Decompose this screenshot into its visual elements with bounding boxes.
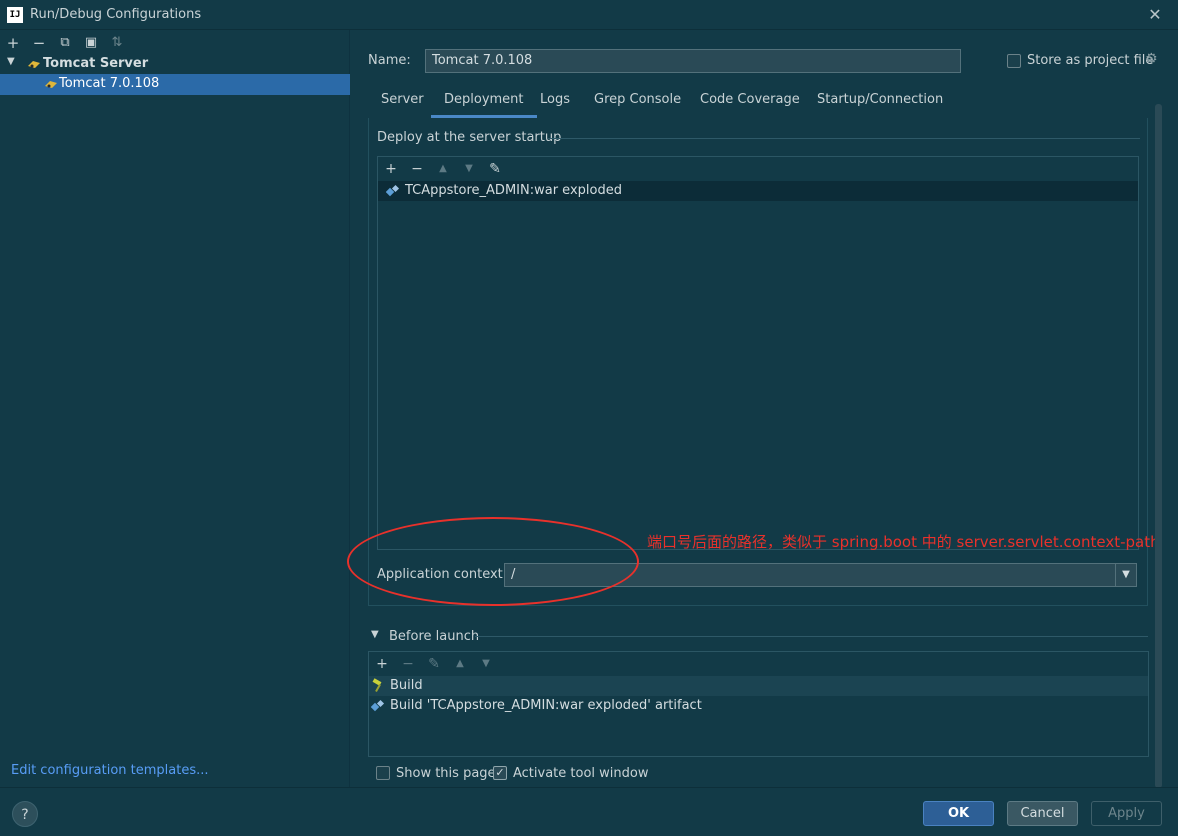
artifact-icon xyxy=(385,184,400,202)
deploy-section-title: Deploy at the server startup xyxy=(377,130,562,145)
artifact-icon xyxy=(370,699,385,717)
tree-child-label: Tomcat 7.0.108 xyxy=(59,76,160,91)
tomcat-icon xyxy=(27,57,41,75)
store-as-project-file-checkbox[interactable] xyxy=(1007,54,1021,68)
help-button[interactable]: ? xyxy=(12,801,38,827)
tomcat-icon xyxy=(44,77,58,95)
build-artifact-task-label: Build 'TCAppstore_ADMIN:war exploded' ar… xyxy=(390,698,702,713)
tree-item-tomcat-config[interactable]: Tomcat 7.0.108 xyxy=(0,74,350,95)
move-up-icon[interactable]: ▲ xyxy=(451,655,469,673)
show-this-page-label[interactable]: Show this page xyxy=(396,766,496,781)
tab-startup-connection[interactable]: Startup/Connection xyxy=(804,90,956,118)
chevron-down-icon[interactable]: ▼ xyxy=(371,629,379,640)
tab-logs[interactable]: Logs xyxy=(527,90,583,118)
ok-button[interactable]: OK xyxy=(923,801,994,826)
apply-button[interactable]: Apply xyxy=(1091,801,1162,826)
add-artifact-icon[interactable]: + xyxy=(382,160,400,178)
name-label: Name: xyxy=(368,53,411,68)
build-task-label: Build xyxy=(390,678,423,693)
chevron-down-icon[interactable]: ▼ xyxy=(7,56,15,67)
list-item[interactable]: Build 'TCAppstore_ADMIN:war exploded' ar… xyxy=(369,696,1148,716)
activate-tool-window-label[interactable]: Activate tool window xyxy=(513,766,648,781)
sort-configurations-icon[interactable]: ⇅ xyxy=(108,34,126,52)
list-item[interactable]: Build xyxy=(369,676,1148,696)
edit-pencil-icon[interactable]: ✎ xyxy=(425,655,443,673)
list-item[interactable]: TCAppstore_ADMIN:war exploded xyxy=(378,181,1138,201)
close-icon[interactable]: ✕ xyxy=(1145,5,1165,25)
tab-deployment[interactable]: Deployment xyxy=(431,90,537,118)
add-task-icon[interactable]: + xyxy=(373,655,391,673)
artifact-label: TCAppstore_ADMIN:war exploded xyxy=(405,183,622,198)
annotation-ellipse xyxy=(347,517,639,606)
edit-configuration-templates-link[interactable]: Edit configuration templates... xyxy=(11,763,209,778)
show-this-page-checkbox[interactable] xyxy=(376,766,390,780)
configurations-sidebar xyxy=(0,30,350,787)
tree-item-tomcat-server[interactable]: ▼ Tomcat Server xyxy=(0,54,350,74)
window-title: Run/Debug Configurations xyxy=(30,7,202,22)
tab-server[interactable]: Server xyxy=(368,90,437,118)
move-to-folder-icon[interactable]: ▣ xyxy=(82,34,100,52)
before-launch-title[interactable]: Before launch xyxy=(389,629,479,644)
deploy-artifacts-list[interactable] xyxy=(377,156,1139,550)
store-as-project-file-label[interactable]: Store as project file xyxy=(1027,53,1153,68)
add-configuration-icon[interactable]: + xyxy=(4,34,22,52)
remove-artifact-icon[interactable]: − xyxy=(408,160,426,178)
move-up-icon[interactable]: ▲ xyxy=(434,160,452,178)
move-down-icon[interactable]: ▼ xyxy=(477,655,495,673)
hammer-icon xyxy=(371,678,386,697)
gear-icon[interactable]: ⚙ xyxy=(1145,51,1158,67)
move-down-icon[interactable]: ▼ xyxy=(460,160,478,178)
intellij-app-icon: IJ xyxy=(7,7,23,23)
section-divider xyxy=(548,138,1140,139)
tab-code-coverage[interactable]: Code Coverage xyxy=(687,90,813,118)
copy-configuration-icon[interactable]: ⧉ xyxy=(56,34,74,52)
remove-task-icon[interactable]: − xyxy=(399,655,417,673)
chevron-down-icon[interactable]: ▼ xyxy=(1115,563,1137,587)
remove-configuration-icon[interactable]: − xyxy=(30,34,48,52)
section-divider xyxy=(475,636,1148,637)
footer-divider xyxy=(0,787,1178,788)
edit-pencil-icon[interactable]: ✎ xyxy=(486,160,504,178)
tree-root-label: Tomcat Server xyxy=(43,56,149,71)
activate-tool-window-checkbox[interactable]: ✓ xyxy=(493,766,507,780)
annotation-text: 端口号后面的路径，类似于 spring.boot 中的 server.servl… xyxy=(647,533,1160,551)
cancel-button[interactable]: Cancel xyxy=(1007,801,1078,826)
vertical-scrollbar[interactable] xyxy=(1155,104,1162,788)
name-input[interactable]: Tomcat 7.0.108 xyxy=(425,49,961,73)
tab-grep-console[interactable]: Grep Console xyxy=(581,90,694,118)
